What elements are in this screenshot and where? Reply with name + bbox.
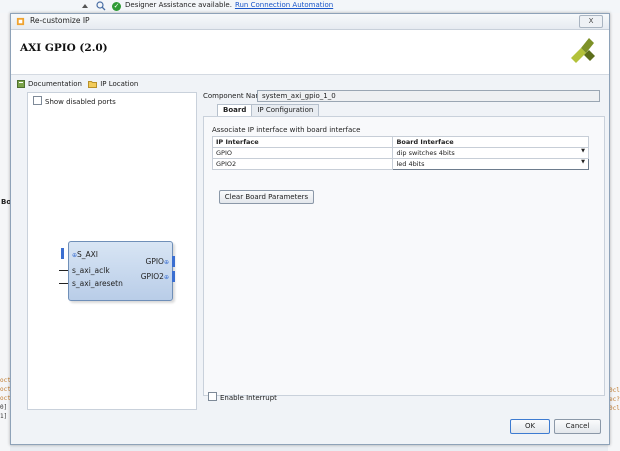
enable-interrupt-checkbox[interactable]: Enable Interrupt [208,392,277,402]
dialog-title: Re-customize IP [30,16,90,25]
column-header: Board Interface [392,136,589,148]
documentation-bar: Documentation IP Location [17,80,142,90]
s-axi-aclk-port[interactable]: s_axi_aclk [72,266,110,275]
book-icon [17,80,25,88]
search-icon[interactable] [96,1,106,11]
ide-left-panel: Bo oct oct oct 0] 1] [0,13,11,451]
folder-icon [88,81,98,88]
table-row[interactable]: GPIO dip switches 4bits ▼ [211,147,589,159]
ide-toolbar-strip: ✓ Designer Assistance available. Run Conne… [0,0,620,14]
close-button[interactable]: X [579,15,603,28]
ip-app-icon [16,17,25,26]
board-interface-dropdown[interactable]: dip switches 4bits ▼ [392,147,589,159]
gpio-bus-pin[interactable] [172,256,175,267]
tab-ip-configuration[interactable]: IP Configuration [251,104,320,116]
column-header: IP Interface [211,136,394,148]
plus-icon: ⊕ [163,274,169,281]
designer-assistance-banner: ✓ Designer Assistance available. Run Conne… [112,1,333,11]
ok-button[interactable]: OK [510,419,550,434]
config-tabs: Board IP Configuration [217,104,320,116]
assistance-text: Designer Assistance available. [125,1,232,9]
axi-gpio-block[interactable]: ⊕S_AXI s_axi_aclk s_axi_aresetn GPIO⊕ GP… [68,241,173,301]
chevron-down-icon[interactable]: ▼ [581,148,585,154]
cancel-button[interactable]: Cancel [554,419,601,434]
board-interface-dropdown[interactable]: led 4bits ▼ [392,158,589,170]
component-name-field[interactable]: system_axi_gpio_1_0 [257,90,600,102]
table-header-row: IP Interface Board Interface [211,136,589,148]
xilinx-logo-icon [571,38,595,63]
board-tab-panel: Associate IP interface with board interf… [203,116,605,396]
ip-location-link[interactable]: IP Location [88,80,138,88]
check-icon: ✓ [112,2,121,11]
plus-icon: ⊕ [163,259,169,266]
show-disabled-ports-checkbox[interactable]: Show disabled ports [33,96,116,106]
clear-board-parameters-button[interactable]: Clear Board Parameters [219,190,314,204]
checkbox-box[interactable] [208,392,217,401]
s-axi-port[interactable]: ⊕S_AXI [72,250,98,259]
recustomize-ip-dialog: Re-customize IP X AXI GPIO (2.0) Documen… [10,13,610,445]
s-axi-bus-pin[interactable] [61,248,64,259]
s-axi-aresetn-port[interactable]: s_axi_aresetn [72,279,123,288]
ip-title: AXI GPIO (2.0) [20,42,108,54]
dialog-header: AXI GPIO (2.0) [11,30,609,75]
gpio2-port[interactable]: GPIO2⊕ [141,272,169,281]
run-connection-automation-link[interactable]: Run Connection Automation [235,1,333,9]
ip-symbol-pane: Show disabled ports ⊕S_AXI s_axi_aclk s_… [27,92,197,410]
scroll-up-icon[interactable] [80,1,90,11]
gpio-port[interactable]: GPIO⊕ [146,257,169,266]
gpio2-bus-pin[interactable] [172,271,175,282]
ip-interface-cell: GPIO [211,147,394,159]
associate-label: Associate IP interface with board interf… [212,126,361,134]
documentation-link[interactable]: Documentation [17,80,82,88]
board-interface-table: IP Interface Board Interface GPIO dip sw… [211,136,589,170]
aresetn-pin[interactable] [59,283,68,284]
checkbox-box[interactable] [33,96,42,105]
table-row[interactable]: GPIO2 led 4bits ▼ [211,158,589,170]
dialog-titlebar[interactable]: Re-customize IP X [11,14,609,30]
code-fragment-right: 0cl ec? 0cl [609,387,620,412]
chevron-down-icon[interactable]: ▼ [581,159,585,165]
ip-interface-cell: GPIO2 [211,158,394,170]
aclk-pin[interactable] [59,270,68,271]
tab-board[interactable]: Board [217,104,253,116]
